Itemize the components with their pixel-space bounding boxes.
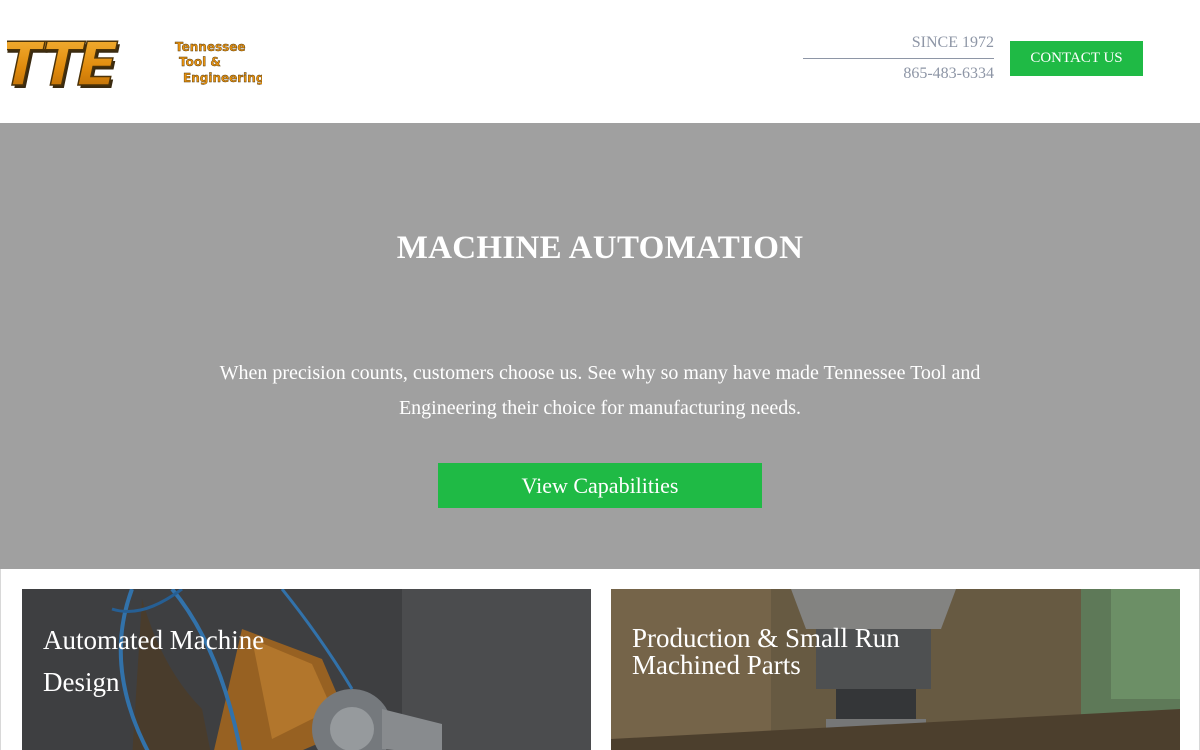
card-title: Automated Machine Design [43, 625, 265, 697]
card-production-machined-parts[interactable]: Production & Small Run Machined Parts [611, 589, 1180, 750]
card-automated-machine-design[interactable]: Automated Machine Design [22, 589, 591, 750]
hero-section: MACHINE AUTOMATION When precision counts… [0, 123, 1200, 569]
card-title: Production & Small Run Machined Parts [632, 623, 900, 680]
phone-number[interactable]: 865-483-6334 [803, 64, 994, 84]
hero-title: MACHINE AUTOMATION [396, 230, 804, 266]
contact-us-button[interactable]: CONTACT US [1010, 41, 1143, 76]
tte-logo[interactable]: TTE TTE Tennessee Tool & Engineering [7, 34, 262, 94]
site-header: TTE TTE Tennessee Tool & Engineering SIN… [0, 0, 1200, 123]
logo-subtext-2: Tool & [179, 55, 221, 69]
service-cards: Automated Machine Design Production & Sm… [0, 569, 1200, 750]
view-capabilities-button[interactable]: View Capabilities [438, 463, 762, 508]
hero-description: When precision counts, customers choose … [219, 362, 981, 419]
logo-subtext-1: Tennessee [175, 40, 246, 54]
svg-text:TTE: TTE [7, 34, 121, 94]
header-divider [803, 58, 994, 59]
logo-subtext-3: Engineering [183, 71, 262, 85]
since-label: SINCE 1972 [911, 34, 994, 51]
